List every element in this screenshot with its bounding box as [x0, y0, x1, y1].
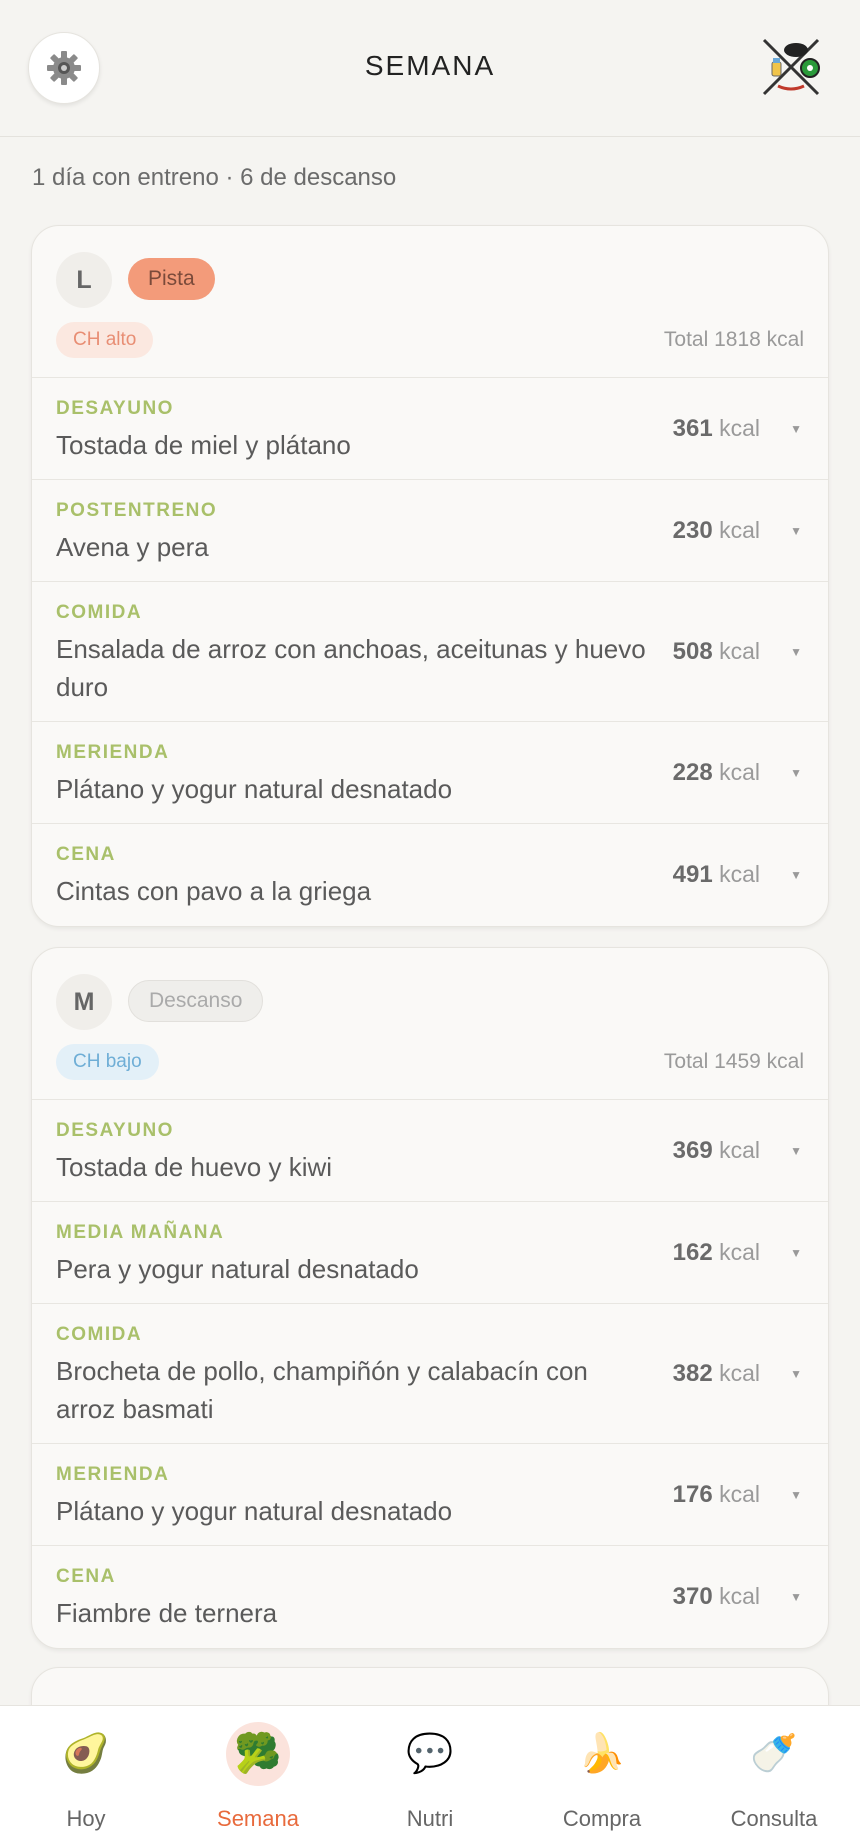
meal-kcal-unit: kcal — [719, 1136, 760, 1163]
meal-row[interactable]: COMIDA Ensalada de arroz con anchoas, ac… — [32, 582, 828, 722]
meal-row[interactable]: MEDIA MAÑANA Pera y yogur natural desnat… — [32, 1202, 828, 1304]
meal-row[interactable]: DESAYUNO Tostada de miel y plátano 361 k… — [32, 378, 828, 480]
meal-kcal: 508 kcal — [673, 638, 760, 666]
tab-nutri[interactable]: 💬 Nutri — [344, 1706, 516, 1840]
meal-row[interactable]: POSTENTRENO Avena y pera 230 kcal ▼ — [32, 480, 828, 582]
day-card-header: L Pista CH alto Total 1818 kcal — [32, 226, 828, 378]
meal-name: Plátano y yogur natural desnatado — [56, 774, 453, 804]
meal-kcal: 382 kcal — [673, 1360, 760, 1388]
session-chip: Descanso — [128, 980, 264, 1022]
chevron-down-icon[interactable]: ▼ — [790, 645, 802, 659]
meal-kcal-unit: kcal — [719, 516, 760, 543]
meal-type: COMIDA — [56, 1324, 143, 1345]
meal-name: Cintas con pavo a la griega — [56, 876, 372, 906]
meal-kcal-unit: kcal — [719, 1480, 760, 1507]
meal-name: Tostada de huevo y kiwi — [56, 1152, 333, 1182]
meal-kcal-value: 230 — [672, 516, 713, 544]
banana-icon: 🍌 — [578, 1733, 626, 1775]
tab-compra[interactable]: 🍌 Compra — [516, 1706, 688, 1840]
meal-kcal-unit: kcal — [719, 1359, 760, 1386]
meal-kcal-unit: kcal — [719, 414, 760, 441]
day-letter: M — [56, 974, 112, 1030]
day-total-kcal: Total 1818 kcal — [663, 328, 804, 351]
day-card-tuesday: M Descanso CH bajo Total 1459 kcal DESAY… — [31, 947, 829, 1649]
meal-name: Brocheta de pollo, champiñón y calabacín… — [56, 1356, 588, 1424]
chevron-down-icon[interactable]: ▼ — [790, 1144, 802, 1158]
milk-bottle-icon: 🍼 — [750, 1733, 798, 1775]
meal-kcal-value: 382 — [672, 1359, 713, 1387]
chevron-down-icon[interactable]: ▼ — [790, 1488, 802, 1502]
meal-kcal-unit: kcal — [719, 758, 760, 785]
bottom-tab-bar: 🥑 Hoy 🥦 Semana 💬 Nutri 🍌 Compra 🍼 Consul… — [0, 1705, 860, 1840]
chevron-down-icon[interactable]: ▼ — [790, 524, 802, 538]
tab-label: Consulta — [730, 1806, 818, 1831]
day-card-header: M Descanso CH bajo Total 1459 kcal — [32, 948, 828, 1100]
chevron-down-icon[interactable]: ▼ — [790, 868, 802, 882]
meal-kcal-unit: kcal — [719, 637, 760, 664]
broccoli-icon: 🥦 — [226, 1722, 290, 1786]
meal-kcal: 230 kcal — [673, 517, 760, 545]
chat-bubble-icon: 💬 — [406, 1733, 454, 1775]
meal-kcal: 370 kcal — [673, 1583, 760, 1611]
meal-kcal: 228 kcal — [673, 759, 760, 787]
day-total-kcal: Total 1459 kcal — [663, 1050, 804, 1073]
meal-kcal-unit: kcal — [719, 1583, 760, 1609]
session-chip: Pista — [128, 258, 215, 300]
meal-kcal: 491 kcal — [673, 861, 760, 889]
meal-row[interactable]: CENA Fiambre de ternera 370 kcal ▼ — [32, 1546, 828, 1648]
meal-kcal-value: 162 — [672, 1238, 713, 1266]
tab-label: Compra — [562, 1806, 642, 1831]
meal-kcal-value: 176 — [672, 1480, 713, 1508]
tab-semana[interactable]: 🥦 Semana — [172, 1706, 344, 1840]
carbs-badge: CH bajo — [56, 1044, 159, 1080]
tab-label: Semana — [217, 1806, 299, 1831]
meal-name: Fiambre de ternera — [56, 1598, 278, 1628]
meal-kcal-value: 361 — [672, 414, 713, 442]
meal-name: Tostada de miel y plátano — [56, 430, 351, 460]
meal-kcal-value: 369 — [672, 1136, 713, 1164]
chevron-down-icon[interactable]: ▼ — [790, 1590, 802, 1604]
meal-kcal-value: 508 — [672, 637, 713, 665]
week-summary: 1 día con entreno · 6 de descanso — [32, 164, 397, 191]
meal-kcal: 361 kcal — [673, 415, 760, 443]
chevron-down-icon[interactable]: ▼ — [790, 1246, 802, 1260]
page-title: SEMANA — [364, 50, 496, 81]
chevron-down-icon[interactable]: ▼ — [790, 766, 802, 780]
day-letter: L — [56, 252, 112, 308]
chevron-down-icon[interactable]: ▼ — [790, 422, 802, 436]
meal-kcal: 162 kcal — [673, 1239, 760, 1267]
meal-kcal: 369 kcal — [673, 1137, 760, 1165]
tab-consulta[interactable]: 🍼 Consulta — [688, 1706, 860, 1840]
tab-label: Hoy — [66, 1806, 106, 1831]
meal-row[interactable]: COMIDA Brocheta de pollo, champiñón y ca… — [32, 1304, 828, 1444]
meal-kcal-value: 228 — [672, 758, 713, 786]
tab-label: Nutri — [406, 1806, 454, 1831]
meal-kcal-value: 370 — [672, 1583, 713, 1610]
meal-name: Avena y pera — [56, 532, 209, 562]
top-bar: SEMANA — [0, 0, 860, 137]
avocado-icon: 🥑 — [62, 1733, 110, 1775]
meal-kcal-unit: kcal — [719, 861, 760, 887]
meal-row[interactable]: DESAYUNO Tostada de huevo y kiwi 369 kca… — [32, 1100, 828, 1202]
meal-kcal: 176 kcal — [673, 1481, 760, 1509]
meal-row[interactable]: CENA Cintas con pavo a la griega 491 kca… — [32, 824, 828, 926]
day-card-monday: L Pista CH alto Total 1818 kcal DESAYUNO… — [31, 225, 829, 927]
tab-hoy[interactable]: 🥑 Hoy — [0, 1706, 172, 1840]
meal-name: Pera y yogur natural desnatado — [56, 1254, 419, 1284]
meal-kcal-unit: kcal — [719, 1238, 760, 1265]
meal-type: COMIDA — [56, 602, 143, 623]
meal-name: Plátano y yogur natural desnatado — [56, 1496, 453, 1526]
meal-row[interactable]: MERIENDA Plátano y yogur natural desnata… — [32, 722, 828, 824]
chevron-down-icon[interactable]: ▼ — [790, 1367, 802, 1381]
meal-name: Ensalada de arroz con anchoas, aceitunas… — [56, 634, 646, 702]
meal-kcal-value: 491 — [672, 861, 713, 888]
app-logo[interactable] — [758, 34, 824, 100]
meal-row[interactable]: MERIENDA Plátano y yogur natural desnata… — [32, 1444, 828, 1546]
carbs-badge: CH alto — [56, 322, 154, 358]
